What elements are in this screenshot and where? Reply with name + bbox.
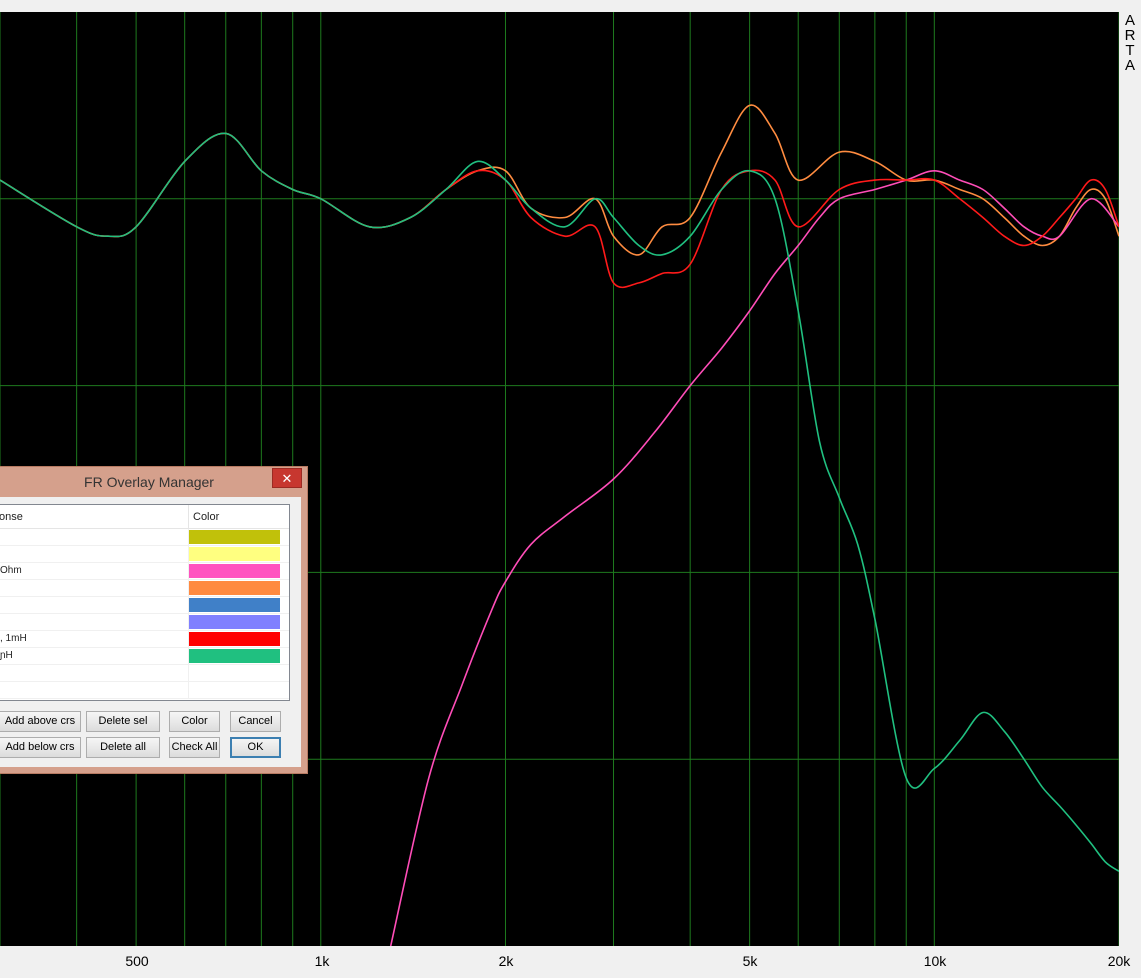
overlay-list[interactable]: onse Color Ohm , 1mH ɲH — [0, 504, 290, 701]
logo-letter: R — [1124, 27, 1136, 44]
color-swatch[interactable] — [189, 649, 280, 663]
color-swatch[interactable] — [189, 581, 280, 595]
x-axis-tick-500: 500 — [125, 953, 149, 969]
color-swatch[interactable] — [189, 615, 280, 629]
list-item-label — [0, 546, 189, 562]
list-item[interactable]: , 1mH — [0, 631, 289, 648]
logo-letter: A — [1124, 12, 1135, 29]
logo-letter: T — [1125, 42, 1135, 59]
color-swatch[interactable] — [189, 547, 280, 561]
x-axis-tick-1k: 1k — [314, 953, 330, 969]
list-item-label: Ohm — [0, 563, 189, 579]
logo-letter: A — [1124, 57, 1135, 74]
column-header-color[interactable]: Color — [189, 505, 289, 529]
series-line — [0, 104, 1119, 256]
add-above-cursor-button[interactable]: Add above crs — [0, 711, 81, 732]
delete-all-button[interactable]: Delete all — [86, 737, 160, 758]
list-item[interactable] — [0, 682, 289, 699]
x-axis-tick-10k: 10k — [923, 953, 947, 969]
list-item[interactable]: ɲH — [0, 648, 289, 665]
series-line — [0, 132, 1119, 289]
ok-button[interactable]: OK — [230, 737, 281, 758]
dialog-client: onse Color Ohm , 1mH ɲH Add above crs Dele… — [0, 497, 301, 767]
color-swatch[interactable] — [189, 564, 280, 578]
list-item-label — [0, 580, 189, 596]
color-button[interactable]: Color — [169, 711, 220, 732]
color-swatch[interactable] — [189, 632, 280, 646]
arta-logo: A R T A — [1122, 13, 1138, 73]
list-item[interactable]: Ohm — [0, 563, 289, 580]
cancel-button[interactable]: Cancel — [230, 711, 281, 732]
list-item-label — [0, 682, 189, 698]
list-item-label: ɲH — [0, 648, 189, 664]
list-item-label — [0, 597, 189, 613]
column-header-response[interactable]: onse — [0, 505, 189, 529]
list-item[interactable] — [0, 597, 289, 614]
list-item[interactable] — [0, 614, 289, 631]
fr-overlay-manager-dialog[interactable]: FR Overlay Manager ✕ onse Color Ohm , 1mH… — [0, 466, 308, 774]
color-swatch[interactable] — [189, 530, 280, 544]
list-item[interactable] — [0, 529, 289, 546]
list-item[interactable] — [0, 546, 289, 563]
check-all-button[interactable]: Check All — [169, 737, 220, 758]
x-axis-tick-20k: 20k — [1107, 953, 1131, 969]
x-axis-tick-5k: 5k — [742, 953, 758, 969]
list-item-label: , 1mH — [0, 631, 189, 647]
list-item-label — [0, 529, 189, 545]
list-item[interactable] — [0, 665, 289, 682]
list-item-label — [0, 614, 189, 630]
series-line — [389, 169, 1119, 946]
list-item-label — [0, 665, 189, 681]
color-swatch[interactable] — [189, 598, 280, 612]
list-item[interactable] — [0, 580, 289, 597]
add-below-cursor-button[interactable]: Add below crs — [0, 737, 81, 758]
x-axis-tick-2k: 2k — [498, 953, 514, 969]
dialog-title[interactable]: FR Overlay Manager — [0, 467, 307, 497]
delete-selected-button[interactable]: Delete sel — [86, 711, 160, 732]
close-button[interactable]: ✕ — [272, 468, 302, 488]
